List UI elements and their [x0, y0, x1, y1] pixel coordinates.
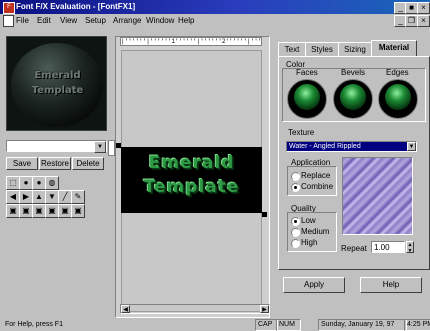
menu-file[interactable]: File — [16, 16, 29, 25]
status-date: Sunday, January 19, 97 — [318, 319, 407, 331]
texture-select[interactable]: Water - Angled Rippled ▼ — [286, 141, 417, 152]
page-2-icon[interactable]: ▣ — [19, 204, 33, 218]
low-label: Low — [301, 216, 316, 225]
menu-window[interactable]: Window — [146, 16, 174, 25]
selection-handle[interactable] — [262, 212, 267, 217]
low-radio[interactable] — [291, 217, 300, 226]
line-icon[interactable]: ╱ — [58, 190, 72, 204]
edges-label: Edges — [386, 68, 409, 77]
arrow-left-icon[interactable]: ◀ — [6, 190, 20, 204]
text-art-object[interactable]: Emerald Template — [121, 147, 262, 213]
selection-handle[interactable] — [116, 143, 121, 148]
app-icon[interactable]: F — [3, 2, 15, 14]
preview-text-line2: Template — [31, 85, 84, 96]
menu-setup[interactable]: Setup — [85, 16, 106, 25]
restore-style-button[interactable]: Restore — [39, 157, 71, 170]
num-indicator: NUM — [276, 319, 301, 331]
preview-text-line1: Emerald — [34, 70, 81, 81]
menu-edit[interactable]: Edit — [37, 16, 51, 25]
sphere-icon[interactable]: ● — [19, 176, 33, 190]
faces-label: Faces — [296, 68, 318, 77]
globe-icon[interactable]: ◍ — [45, 176, 59, 190]
medium-radio[interactable] — [291, 228, 300, 237]
menu-help[interactable]: Help — [178, 16, 194, 25]
select-icon[interactable]: ⬚ — [6, 176, 20, 190]
page-6-icon[interactable]: ▣ — [71, 204, 85, 218]
scroll-right-icon[interactable]: ▶ — [260, 305, 269, 313]
horizontal-ruler: |''''''|''''''1''''''|''''''2''''''|''''… — [120, 37, 262, 46]
caps-indicator: CAP — [255, 319, 278, 331]
sphere-alt-icon[interactable]: ● — [32, 176, 46, 190]
edges-color-swatch[interactable] — [378, 79, 418, 119]
menu-bar: File Edit View Setup Arrange Window Help… — [0, 14, 430, 27]
menu-view[interactable]: View — [60, 16, 77, 25]
high-label: High — [301, 238, 318, 247]
replace-label: Replace — [301, 171, 331, 180]
chevron-down-icon[interactable]: ▼ — [94, 141, 106, 153]
scroll-left-icon[interactable]: ◀ — [121, 305, 130, 313]
style-combo[interactable]: ▼ — [6, 140, 107, 153]
vertical-ruler-marker — [108, 140, 115, 156]
menu-arrange[interactable]: Arrange — [113, 16, 141, 25]
status-message: For Help, press F1 — [5, 321, 63, 328]
art-text-line1: Emerald — [148, 153, 235, 173]
close-button[interactable]: × — [417, 2, 430, 14]
page-1-icon[interactable]: ▣ — [6, 204, 20, 218]
chevron-down-icon[interactable]: ▼ — [407, 142, 416, 151]
arrow-right-icon[interactable]: ▶ — [19, 190, 33, 204]
combine-label: Combine — [301, 182, 334, 191]
page-3-icon[interactable]: ▣ — [32, 204, 46, 218]
repeat-label: Repeat — [341, 244, 367, 253]
high-radio[interactable] — [291, 239, 300, 248]
status-time: 4:25 PM — [404, 319, 430, 331]
combine-radio[interactable] — [291, 183, 300, 192]
texture-preview — [342, 157, 413, 235]
page-5-icon[interactable]: ▣ — [58, 204, 72, 218]
delete-style-button[interactable]: Delete — [72, 157, 104, 170]
texture-label: Texture — [288, 128, 315, 137]
style-preview[interactable]: Emerald Template — [6, 36, 107, 131]
bevels-color-swatch[interactable] — [333, 79, 373, 119]
replace-radio[interactable] — [291, 172, 300, 181]
page-4-icon[interactable]: ▣ — [45, 204, 59, 218]
title-bar[interactable]: F Font F/X Evaluation - [FontFX1] _ ■ × — [0, 0, 430, 14]
bevels-label: Bevels — [341, 68, 366, 77]
document-icon[interactable] — [3, 15, 14, 27]
medium-label: Medium — [301, 227, 330, 236]
faces-color-swatch[interactable] — [287, 79, 327, 119]
arrow-down-icon[interactable]: ▼ — [45, 190, 59, 204]
doc-close-button[interactable]: × — [417, 15, 430, 27]
repeat-value: 1.00 — [374, 243, 390, 252]
horizontal-scrollbar[interactable]: ◀ ▶ — [120, 304, 270, 314]
help-button[interactable]: Help — [360, 277, 422, 293]
brush-icon[interactable]: ✎ — [71, 190, 85, 204]
art-text-line2: Template — [143, 177, 240, 197]
texture-select-value: Water - Angled Rippled — [289, 143, 361, 150]
toolbox: ⬚ ● ● ◍ ◀ ▶ ▲ ▼ ╱ ✎ ▣ ▣ ▣ ▣ ▣ ▣ — [6, 176, 109, 220]
arrow-up-icon[interactable]: ▲ — [32, 190, 46, 204]
window-title: Font F/X Evaluation - [FontFX1] — [16, 2, 136, 11]
status-bar: For Help, press F1 CAP NUM Sunday, Janua… — [0, 318, 430, 331]
apply-button[interactable]: Apply — [283, 277, 345, 293]
save-style-button[interactable]: Save — [6, 157, 38, 170]
repeat-input[interactable]: 1.00 — [371, 241, 405, 253]
repeat-spinner[interactable]: ▲ ▼ — [406, 241, 414, 254]
